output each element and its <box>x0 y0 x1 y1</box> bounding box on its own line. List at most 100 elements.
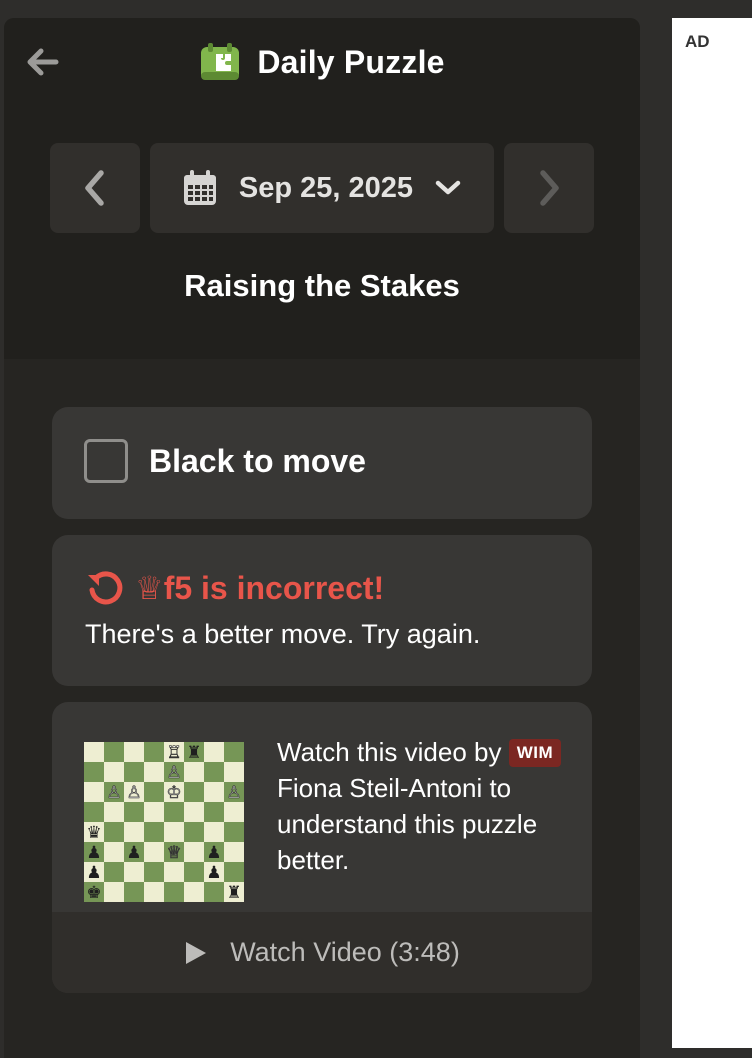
board-square <box>104 822 124 842</box>
incorrect-move-text: f5 is incorrect! <box>163 569 385 606</box>
queen-icon: ♕ <box>135 570 164 606</box>
board-square: ♟ <box>204 842 224 862</box>
board-square <box>204 802 224 822</box>
ad-label: AD <box>685 32 710 51</box>
board-square <box>184 882 204 902</box>
board-square <box>184 822 204 842</box>
feedback-card: ♕ f5 is incorrect! There's a better move… <box>52 535 592 686</box>
chess-piece: ♔ <box>166 782 182 802</box>
video-text-after: Fiona Steil-Antoni to understand this pu… <box>277 773 538 875</box>
chevron-down-icon <box>435 180 461 195</box>
board-square <box>164 822 184 842</box>
board-square <box>204 742 224 762</box>
board-square <box>84 762 104 782</box>
chess-piece: ♛ <box>86 822 102 842</box>
chess-piece: ♟ <box>86 842 102 862</box>
board-square <box>144 742 164 762</box>
board-square <box>124 742 144 762</box>
board-square <box>224 842 244 862</box>
chess-piece: ♜ <box>186 742 202 762</box>
board-square <box>124 862 144 882</box>
puzzle-board-thumbnail[interactable]: ♖ ♜ ♙ ♙ ♙ ♔ ♙ ♛ ♟ ♟ ♕ ♟ ♟ ♟ ♚ ♜ <box>84 742 244 902</box>
board-square <box>84 742 104 762</box>
board-square <box>124 802 144 822</box>
panel-header: Daily Puzzle Sep 25, 2025 Raising the St… <box>4 18 640 359</box>
watch-video-button[interactable]: Watch Video (3:48) <box>52 912 592 993</box>
chess-piece: ♚ <box>86 882 102 902</box>
chess-piece: ♙ <box>226 782 242 802</box>
to-move-checkbox[interactable] <box>84 439 128 483</box>
daily-puzzle-icon <box>201 43 240 80</box>
daily-puzzle-panel: Daily Puzzle Sep 25, 2025 Raising the St… <box>4 18 640 1058</box>
board-square <box>144 802 164 822</box>
board-square: ♙ <box>104 782 124 802</box>
incorrect-move: ♕ f5 is incorrect! <box>135 569 384 607</box>
ad-area[interactable]: AD <box>672 18 752 1048</box>
board-square <box>184 862 204 882</box>
board-square <box>164 802 184 822</box>
play-icon <box>186 941 207 964</box>
selected-date: Sep 25, 2025 <box>238 171 414 204</box>
video-description: Watch this video by WIM Fiona Steil-Anto… <box>277 734 567 878</box>
board-square <box>224 822 244 842</box>
next-day-button[interactable] <box>504 143 594 233</box>
chess-piece: ♕ <box>166 842 182 862</box>
page-title: Daily Puzzle <box>257 43 445 80</box>
board-square: ♟ <box>84 862 104 882</box>
board-square: ♜ <box>184 742 204 762</box>
board-square: ♟ <box>124 842 144 862</box>
board-square: ♙ <box>224 782 244 802</box>
board-square <box>84 802 104 822</box>
title-badge: WIM <box>508 739 562 767</box>
feedback-headline: ♕ f5 is incorrect! <box>85 569 384 607</box>
feedback-message: There's a better move. Try again. <box>85 619 481 649</box>
chess-piece: ♖ <box>166 742 182 762</box>
video-text-before: Watch this video by <box>277 737 502 767</box>
board-square: ♛ <box>84 822 104 842</box>
board-square <box>84 782 104 802</box>
board-square: ♕ <box>164 842 184 862</box>
board-square <box>224 862 244 882</box>
chevron-left-icon <box>85 170 104 206</box>
board-square <box>104 742 124 762</box>
chess-piece: ♜ <box>226 882 242 902</box>
board-square <box>144 862 164 882</box>
board-square <box>124 822 144 842</box>
board-square <box>104 842 124 862</box>
board-square: ♟ <box>204 862 224 882</box>
board-square <box>184 782 204 802</box>
board-square: ♙ <box>164 762 184 782</box>
board-square <box>104 862 124 882</box>
chess-piece: ♟ <box>206 842 222 862</box>
board-square: ♖ <box>164 742 184 762</box>
board-square: ♜ <box>224 882 244 902</box>
date-picker-button[interactable]: Sep 25, 2025 <box>150 143 494 233</box>
board-square <box>144 882 164 902</box>
chess-piece: ♟ <box>126 842 142 862</box>
board-square <box>164 862 184 882</box>
previous-day-button[interactable] <box>50 143 140 233</box>
board-square: ♚ <box>84 882 104 902</box>
to-move-label: Black to move <box>149 443 366 479</box>
board-square <box>204 822 224 842</box>
board-square: ♔ <box>164 782 184 802</box>
board-square <box>224 762 244 782</box>
to-move-card: Black to move <box>52 407 592 519</box>
chess-piece: ♟ <box>206 862 222 882</box>
chess-piece: ♙ <box>106 782 122 802</box>
board-square <box>224 802 244 822</box>
retry-icon <box>88 571 123 605</box>
chevron-right-icon <box>540 170 559 206</box>
board-square <box>124 762 144 782</box>
video-card: ♖ ♜ ♙ ♙ ♙ ♔ ♙ ♛ ♟ ♟ ♕ ♟ ♟ ♟ ♚ ♜ Watch this video by WIM… <box>52 702 592 993</box>
board-square <box>124 882 144 902</box>
board-square <box>204 782 224 802</box>
board-square <box>204 762 224 782</box>
board-square <box>184 842 204 862</box>
watch-video-label: Watch Video (3:48) <box>230 937 460 967</box>
board-square <box>184 762 204 782</box>
puzzle-name: Raising the Stakes <box>184 268 460 303</box>
board-square <box>104 882 124 902</box>
board-square <box>144 762 164 782</box>
board-square: ♟ <box>84 842 104 862</box>
